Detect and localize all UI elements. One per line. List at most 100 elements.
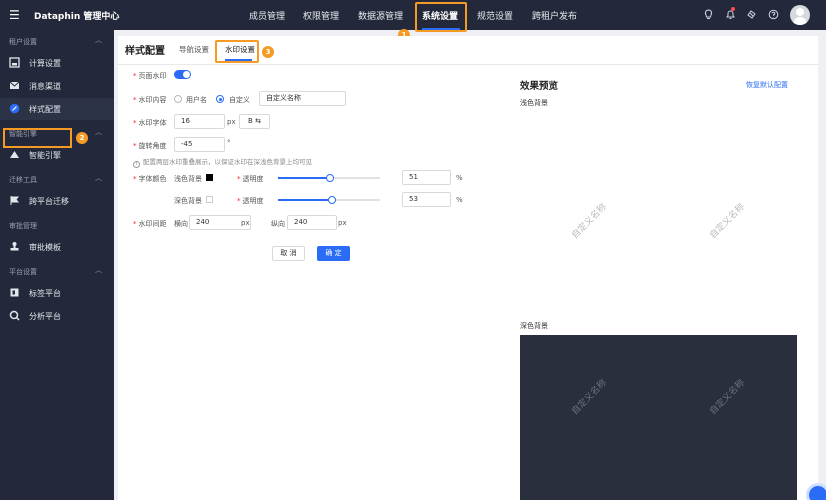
rotate-angle-input[interactable]: -45 [174,137,225,152]
watermark-sample: 自定义名称 [570,378,610,418]
watermark-sample: 自定义名称 [570,202,610,242]
notification-dot [731,7,735,11]
compute-icon [9,57,20,68]
restore-default-link[interactable]: 恢复默认配置 [746,80,788,90]
tab-divider [118,64,818,65]
radio-custom-label: 自定义 [229,96,250,104]
preview-dark-label: 深色背景 [520,322,548,330]
service-icon[interactable] [746,9,757,24]
sidebar-item-label: 样式配置 [29,105,61,114]
font-size-input[interactable]: 16 [174,114,225,129]
sidebar-item-analysis-platform[interactable]: 分析平台 [0,305,114,327]
font-size-unit: px [227,118,236,126]
slider-handle[interactable] [328,196,337,204]
nav-cross-tenant-publish[interactable]: 跨租户发布 [532,9,577,22]
slider-fill [278,199,333,201]
preview-dark-area: 自定义名称 自定义名称 [520,335,797,500]
sidebar-group-tenant-settings[interactable]: 租户设置 [9,37,37,47]
light-opacity-slider[interactable] [278,174,380,182]
highlight-box-watermark-tab [215,40,259,63]
nav-spec-settings[interactable]: 规范设置 [477,9,513,22]
sidebar-item-label: 智能引擎 [29,151,61,160]
bulb-icon[interactable] [703,9,714,24]
sidebar-item-style-config[interactable]: 样式配置 [0,98,114,120]
vertical-label: 纵向 [271,220,285,228]
sidebar-item-label: 审批模板 [29,243,61,252]
slider-handle[interactable] [326,174,335,182]
collapse-caret-icon[interactable]: ︿ [95,173,102,183]
sidebar-group-approval-management[interactable]: 审批管理 [9,221,37,231]
radio-username[interactable] [174,95,182,103]
watermark-sample: 自定义名称 [708,378,748,418]
radio-custom[interactable] [216,95,224,103]
watermark-spacing-label: * 水印间距 [133,220,167,228]
overlay-hint: i 配置两层水印重叠展示，以保证水印在深浅色背景上均可见 [133,156,312,168]
watermark-text-input[interactable]: 自定义名称 [259,91,346,106]
sidebar-item-label: 分析平台 [29,312,61,321]
tab-navigation-settings[interactable]: 导航设置 [179,44,209,55]
callout-badge-3: 3 [262,46,274,58]
menu-icon[interactable]: ☰ [9,8,20,22]
sidebar-item-label: 标签平台 [29,289,61,298]
sidebar-item-cross-platform-migration[interactable]: 跨平台迁移 [0,190,114,212]
sidebar-item-tag-platform[interactable]: 标签平台 [0,282,114,304]
page-watermark-label: * 页面水印 [133,72,167,80]
font-color-label: * 字体颜色 [133,175,167,183]
page-watermark-toggle[interactable] [174,70,191,79]
light-opacity-input[interactable]: 51 [402,170,451,185]
migrate-icon [9,195,20,206]
horizontal-unit: px [241,219,250,227]
nav-member-management[interactable]: 成员管理 [249,9,285,22]
cancel-button[interactable]: 取 消 [272,246,305,261]
bell-icon[interactable] [725,9,736,24]
dark-opacity-input[interactable]: 53 [402,192,451,207]
watermark-sample: 自定义名称 [708,202,748,242]
horizontal-label: 横向 [174,220,188,228]
highlight-box-system-settings [415,2,467,32]
sidebar: 租户设置 ︿ 计算设置 消息渠道 样式配置 智能引擎 ︿ 智能引擎 迁移工具 ︿… [0,30,114,500]
collapse-caret-icon[interactable]: ︿ [95,35,102,45]
sidebar-item-message-channel[interactable]: 消息渠道 [0,75,114,97]
watermark-font-label: * 水印字体 [133,119,167,127]
preview-title: 效果预览 [520,81,559,92]
sidebar-group-platform-settings[interactable]: 平台设置 [9,267,37,277]
watermark-content-label: * 水印内容 [133,96,167,104]
percent-unit: % [456,196,463,204]
engine-icon [9,149,20,160]
help-fab-button[interactable] [806,483,826,500]
sidebar-item-approval-template[interactable]: 审批模板 [0,236,114,258]
font-style-button[interactable]: B ⇆ [239,114,270,129]
sidebar-item-compute-settings[interactable]: 计算设置 [0,52,114,74]
collapse-caret-icon[interactable]: ︿ [95,265,102,275]
user-avatar[interactable] [790,5,810,25]
sidebar-group-migration-tools[interactable]: 迁移工具 [9,175,37,185]
light-color-swatch[interactable] [206,174,213,181]
vertical-unit: px [338,219,347,227]
dark-opacity-slider[interactable] [278,196,380,204]
nav-datasource-management[interactable]: 数据源管理 [358,9,403,22]
percent-unit: % [456,174,463,182]
preview-light-area: 自定义名称 自定义名称 自定义名称 自定义名称 [520,108,797,318]
tag-icon [9,287,20,298]
confirm-button[interactable]: 确 定 [317,246,350,261]
help-icon[interactable] [768,9,779,24]
dark-bg-label: 深色背景 [174,197,202,205]
slider-fill [278,177,331,179]
callout-badge-2: 2 [76,132,88,144]
analysis-icon [9,310,20,321]
sidebar-item-label: 计算设置 [29,59,61,68]
sidebar-item-label: 跨平台迁移 [29,197,69,206]
top-bar: ☰ Dataphin 管理中心 成员管理 权限管理 数据源管理 系统设置 规范设… [0,0,826,41]
nav-permission-management[interactable]: 权限管理 [303,9,339,22]
sidebar-item-label: 消息渠道 [29,82,61,91]
highlight-box-style-config [3,128,72,148]
main-panel: 样式配置 导航设置 水印设置 3 * 页面水印 * 水印内容 用户名 自定义 自定义… [118,36,818,500]
preview-light-label: 浅色背景 [520,99,548,107]
info-icon: i [133,161,140,168]
mail-icon [9,80,20,91]
rotate-angle-unit: ° [227,139,231,147]
vertical-spacing-input[interactable]: 240 [287,215,337,230]
dark-color-swatch[interactable] [206,196,213,203]
dark-opacity-label: * 透明度 [237,197,264,205]
collapse-caret-icon[interactable]: ︿ [95,127,102,137]
